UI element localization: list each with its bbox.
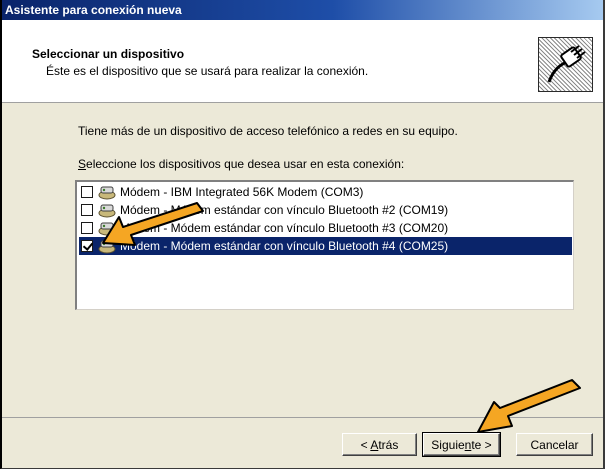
wizard-window: Asistente para conexión nueva Selecciona… <box>0 0 605 469</box>
device-label: Módem - Módem estándar con vínculo Bluet… <box>120 203 449 217</box>
device-label: Módem - Módem estándar con vínculo Bluet… <box>120 239 449 253</box>
device-list[interactable]: Módem - IBM Integrated 56K Modem (COM3) … <box>75 180 574 310</box>
page-subtitle: Éste es el dispositivo que se usará para… <box>46 64 369 78</box>
device-row[interactable]: Módem - Módem estándar con vínculo Bluet… <box>79 219 572 237</box>
next-button[interactable]: Siguiente > <box>422 432 501 457</box>
wizard-footer: < Atrás Siguiente > Cancelar <box>2 417 603 468</box>
device-checkbox[interactable] <box>81 204 93 216</box>
device-row[interactable]: Módem - IBM Integrated 56K Modem (COM3) <box>79 183 572 201</box>
modem-icon <box>98 186 116 200</box>
next-label-pre: Siguie <box>431 437 465 452</box>
page-title: Seleccionar un dispositivo <box>32 47 185 61</box>
modem-icon <box>98 240 116 254</box>
list-label-accelerator: S <box>78 157 87 171</box>
next-label-post: te > <box>471 437 492 452</box>
device-row[interactable]: Módem - Módem estándar con vínculo Bluet… <box>79 201 572 219</box>
cancel-button[interactable]: Cancelar <box>516 433 593 456</box>
back-button[interactable]: < Atrás <box>342 433 417 456</box>
intro-text: Tiene más de un dispositivo de acceso te… <box>78 124 458 138</box>
modem-icon <box>98 204 116 218</box>
list-label-text: eleccione los dispositivos que desea usa… <box>86 157 405 171</box>
device-label: Módem - IBM Integrated 56K Modem (COM3) <box>120 185 364 199</box>
wizard-body: Tiene más de un dispositivo de acceso te… <box>2 104 603 417</box>
window-title: Asistente para conexión nueva <box>5 3 182 17</box>
device-checkbox[interactable] <box>81 222 93 234</box>
modem-icon <box>98 222 116 236</box>
device-checkbox[interactable] <box>81 186 93 198</box>
device-row-selected[interactable]: Módem - Módem estándar con vínculo Bluet… <box>79 237 572 255</box>
device-label: Módem - Módem estándar con vínculo Bluet… <box>120 221 449 235</box>
back-label-post: trás <box>378 437 399 452</box>
wizard-header: Seleccionar un dispositivo Éste es el di… <box>2 20 603 103</box>
title-bar[interactable]: Asistente para conexión nueva <box>2 0 603 20</box>
device-list-label: Seleccione los dispositivos que desea us… <box>78 157 404 171</box>
network-cable-icon <box>538 37 593 92</box>
device-checkbox-checked[interactable] <box>81 240 93 252</box>
back-label-pre: < <box>360 437 371 452</box>
